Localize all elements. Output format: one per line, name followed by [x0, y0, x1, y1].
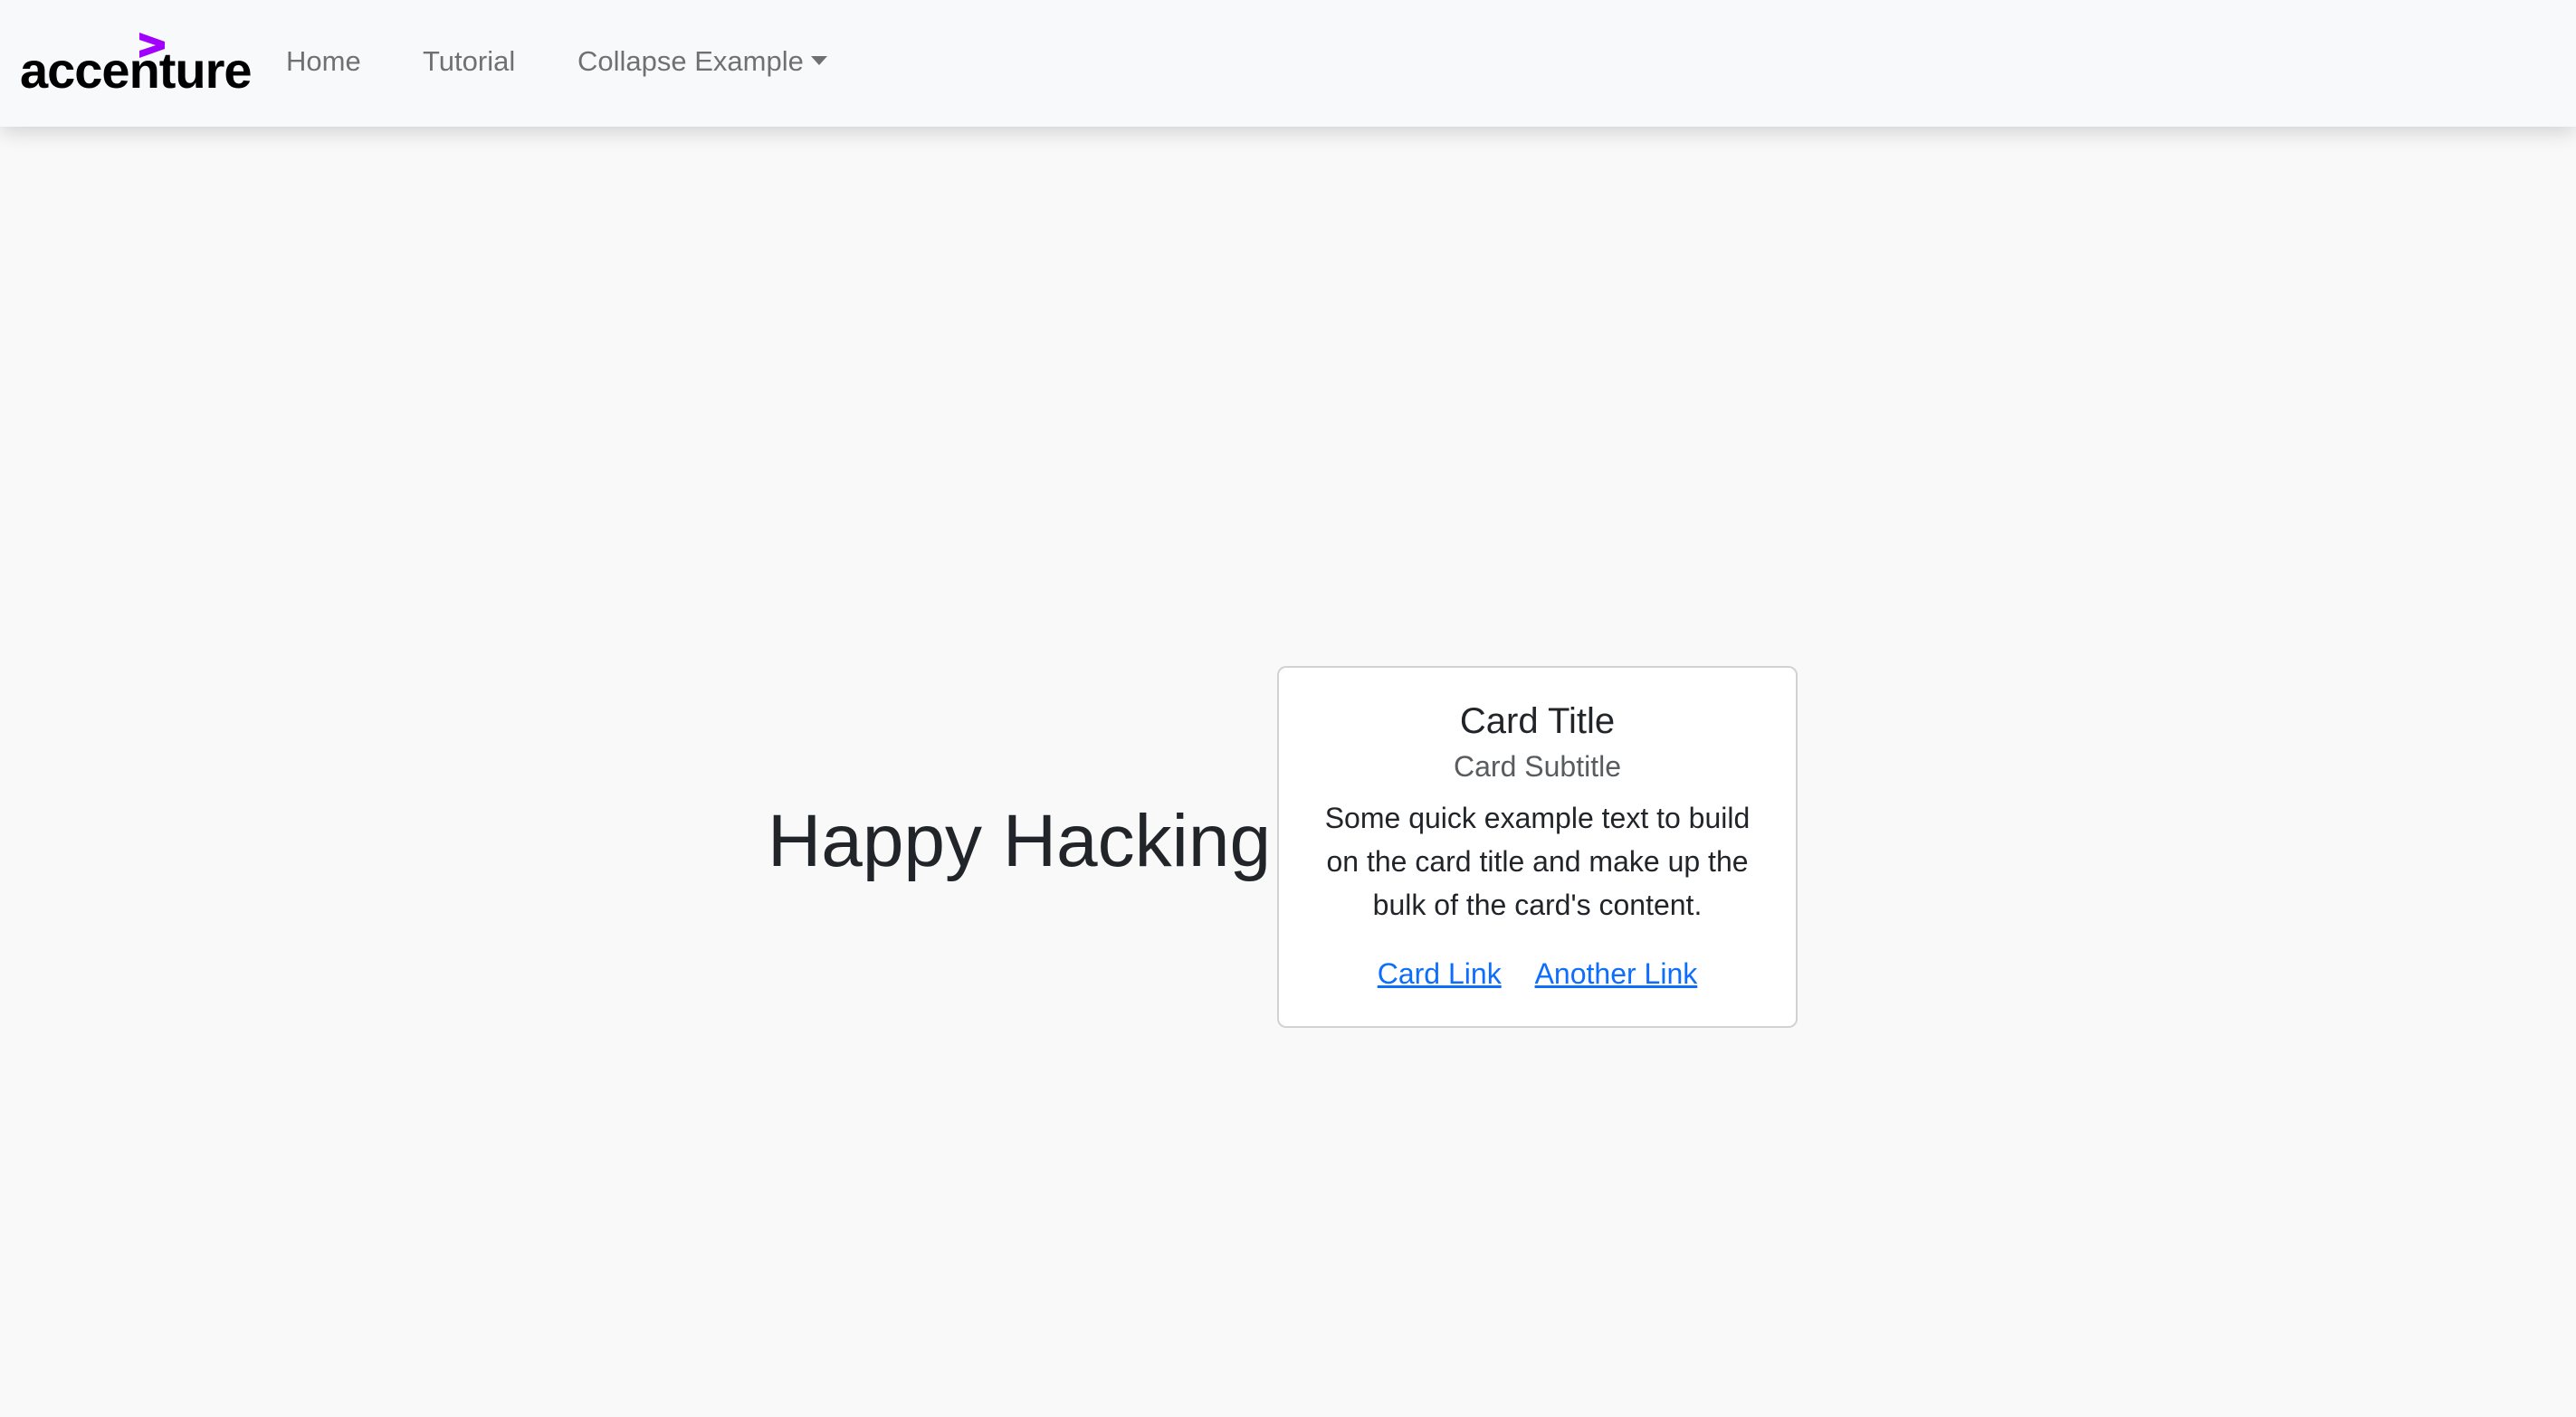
- another-link[interactable]: Another Link: [1535, 957, 1698, 990]
- brand-name: accenture: [20, 42, 253, 99]
- nav-item-home[interactable]: Home: [286, 42, 361, 81]
- navbar: accenture Home Tutorial Collapse Example: [0, 0, 2576, 127]
- page-heading: Happy Hacking!: [768, 800, 1292, 882]
- card-title: Card Title: [1459, 701, 1616, 741]
- nav-dropdown-label: Collapse Example: [577, 45, 804, 77]
- card-subtitle: Card Subtitle: [1454, 750, 1621, 783]
- nav-item-tutorial[interactable]: Tutorial: [423, 42, 515, 81]
- card: Card Title Card Subtitle Some quick exam…: [1277, 666, 1798, 1028]
- brand-logo[interactable]: accenture: [20, 31, 253, 96]
- card-links: Card Link Another Link: [1279, 954, 1796, 994]
- card-link[interactable]: Card Link: [1378, 957, 1502, 990]
- nav-dropdown-collapse-example[interactable]: Collapse Example: [577, 42, 827, 81]
- caret-down-icon: [810, 56, 827, 65]
- card-text: Some quick example text to build on the …: [1324, 802, 1751, 921]
